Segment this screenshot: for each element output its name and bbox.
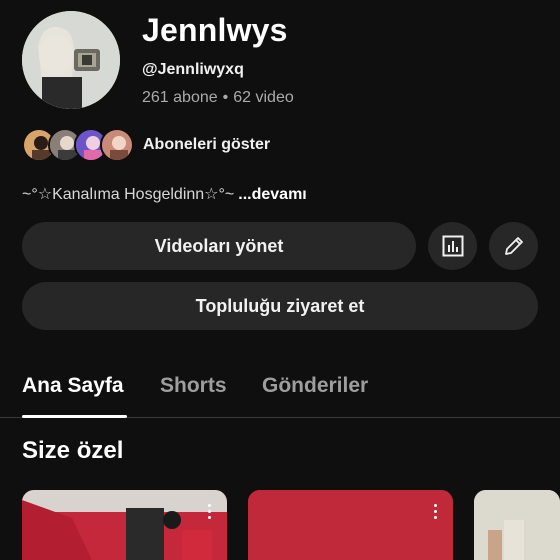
more-link[interactable]: ...devamı (238, 186, 306, 203)
description-text: ~°☆Kanalıma Hosgeldinn☆°~ (22, 186, 235, 203)
video-thumbnail (474, 490, 560, 560)
manage-videos-button[interactable]: Videoları yönet (22, 222, 416, 270)
more-options-icon[interactable] (206, 504, 212, 519)
stats-separator: • (222, 89, 229, 106)
video-thumbnail (22, 490, 227, 560)
subscriber-count: 261 abone (142, 89, 218, 106)
video-card[interactable] (474, 490, 560, 560)
channel-description[interactable]: ~°☆Kanalıma Hosgeldinn☆°~ ...devamı (22, 184, 307, 204)
show-subscribers-link[interactable]: Aboneleri göster (143, 136, 270, 154)
visit-community-label: Topluluğu ziyaret et (195, 295, 365, 316)
more-options-icon[interactable] (432, 504, 438, 519)
channel-stats: 261 abone • 62 video (142, 89, 294, 107)
analytics-button[interactable] (428, 222, 477, 270)
tab-shorts[interactable]: Shorts (160, 374, 227, 398)
subscriber-avatars[interactable] (22, 128, 134, 162)
video-card[interactable] (248, 490, 453, 560)
analytics-icon (442, 235, 463, 257)
video-thumbnail (248, 490, 453, 560)
channel-handle: @Jennliwyxq (142, 61, 244, 78)
active-tab-indicator (22, 415, 127, 418)
section-title: Size özel (22, 437, 124, 464)
channel-name: Jennlwys (142, 12, 288, 48)
video-card[interactable] (22, 490, 227, 560)
visit-community-button[interactable]: Topluluğu ziyaret et (22, 282, 538, 330)
channel-tabs: Ana Sayfa Shorts Gönderiler (0, 360, 560, 418)
tab-home[interactable]: Ana Sayfa (22, 374, 124, 398)
edit-channel-button[interactable] (489, 222, 538, 270)
manage-videos-label: Videoları yönet (154, 235, 284, 256)
channel-avatar[interactable] (22, 11, 120, 109)
channel-page: Jennlwys @Jennliwyxq 261 abone • 62 video … (0, 0, 560, 560)
subscriber-avatar (100, 128, 134, 162)
pencil-icon (504, 237, 523, 255)
video-count: 62 video (233, 89, 294, 106)
tab-posts[interactable]: Gönderiler (262, 374, 368, 398)
